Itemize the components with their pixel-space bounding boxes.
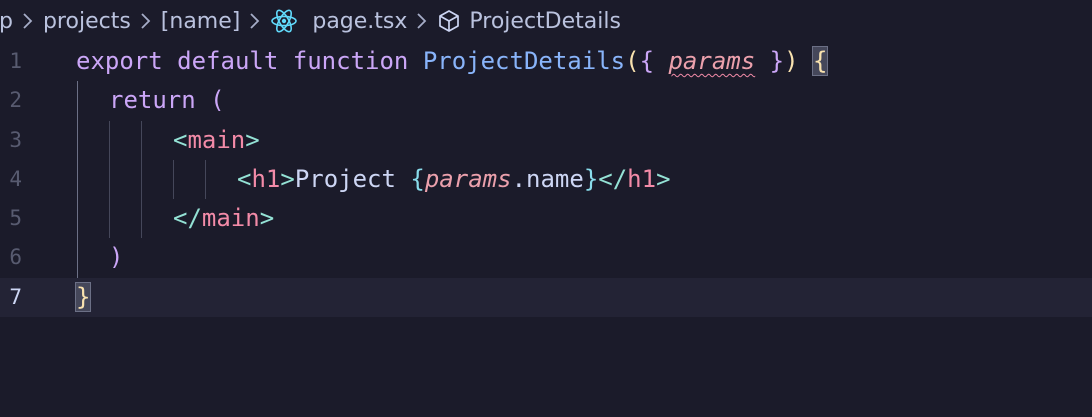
paren-token: ) (784, 47, 799, 75)
brace-token: { (410, 164, 425, 193)
keyword-token: default (177, 47, 279, 75)
brace-token: } (769, 47, 785, 75)
breadcrumb-item-root[interactable]: p (0, 9, 13, 34)
line-content: <h1>Project {params.name}</h1> (237, 160, 671, 199)
tag-name-token: main (187, 125, 246, 154)
tag-name-token: h1 (627, 164, 657, 193)
code-line[interactable]: 1 export default function ProjectDetails… (0, 42, 1092, 81)
breadcrumb-label: page.tsx (312, 8, 408, 34)
brace-token: { (639, 47, 655, 75)
breadcrumb-item-symbol[interactable]: ProjectDetails (437, 9, 621, 34)
tag-bracket-token: </ (173, 204, 202, 233)
chevron-right-icon (416, 12, 428, 30)
indent-guide (77, 81, 78, 121)
code-area[interactable]: 1 export default function ProjectDetails… (0, 42, 1092, 318)
indent-guide (141, 120, 142, 160)
paren-token: ( (625, 47, 640, 75)
indent-guide (141, 159, 142, 200)
line-content: } (74, 278, 92, 317)
matched-brace-token: } (74, 281, 92, 312)
keyword-token: return (109, 86, 196, 115)
keyword-token: export (76, 47, 163, 75)
breadcrumb-item-projects[interactable]: projects (43, 9, 131, 34)
tag-name-token: h1 (251, 164, 281, 193)
code-line[interactable]: 2 return ( (0, 81, 1092, 121)
paren-token: ) (109, 243, 124, 272)
code-editor[interactable]: p projects [name] page.tsx ProjectDetail… (0, 0, 1092, 417)
code-line-current[interactable]: 7 } (0, 277, 1092, 318)
tag-bracket-token: </ (598, 164, 628, 193)
property-token: name (526, 164, 584, 193)
react-icon (270, 8, 298, 34)
code-line[interactable]: 6 ) (0, 238, 1092, 278)
code-line[interactable]: 3 <main> (0, 120, 1092, 160)
breadcrumb-label: [name] (160, 8, 241, 34)
function-name-token: ProjectDetails (422, 47, 626, 75)
param-token: params (424, 164, 512, 193)
chevron-right-icon (22, 12, 34, 30)
indent-guide (77, 159, 78, 200)
tag-bracket-token: < (173, 125, 188, 154)
paren-token: ( (210, 86, 225, 115)
jsx-text-token: Project (294, 164, 411, 193)
chevron-right-icon (140, 12, 152, 30)
code-line[interactable]: 4 <h1>Project {params.name}</h1> (0, 159, 1092, 200)
indent-guide (77, 120, 78, 160)
tag-bracket-token: > (656, 164, 671, 193)
indent-guide (77, 238, 78, 278)
cube-icon (437, 9, 461, 33)
breadcrumb-item-name-folder[interactable]: [name] (161, 9, 241, 34)
line-content: return ( (109, 81, 225, 120)
indent-guide (205, 159, 206, 200)
indent-guide (173, 159, 174, 200)
matched-brace-token: { (811, 46, 829, 76)
code-line[interactable]: 5 </main> (0, 199, 1092, 239)
indent-guide (77, 199, 78, 239)
keyword-token: function (292, 47, 409, 75)
dot-token: . (511, 164, 527, 193)
breadcrumb-item-file[interactable]: page.tsx (270, 8, 407, 34)
tag-bracket-token: > (280, 164, 295, 193)
tag-bracket-token: > (245, 125, 260, 154)
indent-guide (109, 159, 110, 200)
indent-guide (109, 199, 110, 239)
indent-guide (109, 120, 110, 160)
line-content: export default function ProjectDetails({… (76, 42, 829, 81)
line-number: 5 (9, 206, 22, 231)
chevron-right-icon (249, 12, 261, 30)
line-number: 1 (9, 49, 22, 73)
line-content: ) (109, 238, 123, 277)
line-number: 2 (9, 88, 22, 113)
param-token-error: params (668, 47, 756, 75)
line-number: 7 (9, 284, 22, 309)
breadcrumb-label: ProjectDetails (469, 8, 621, 34)
tag-name-token: main (201, 204, 260, 233)
line-number: 4 (9, 166, 22, 191)
line-content: </main> (173, 199, 274, 238)
brace-token: } (583, 164, 599, 193)
indent-guide (141, 199, 142, 239)
line-content: <main> (173, 121, 260, 160)
breadcrumb-label: projects (42, 8, 131, 34)
line-number: 3 (9, 127, 22, 152)
tag-bracket-token: < (237, 164, 252, 193)
breadcrumb-label: p (0, 8, 13, 34)
tag-bracket-token: > (259, 204, 275, 233)
breadcrumb: p projects [name] page.tsx ProjectDetail… (0, 0, 1092, 42)
line-number: 6 (9, 245, 22, 270)
